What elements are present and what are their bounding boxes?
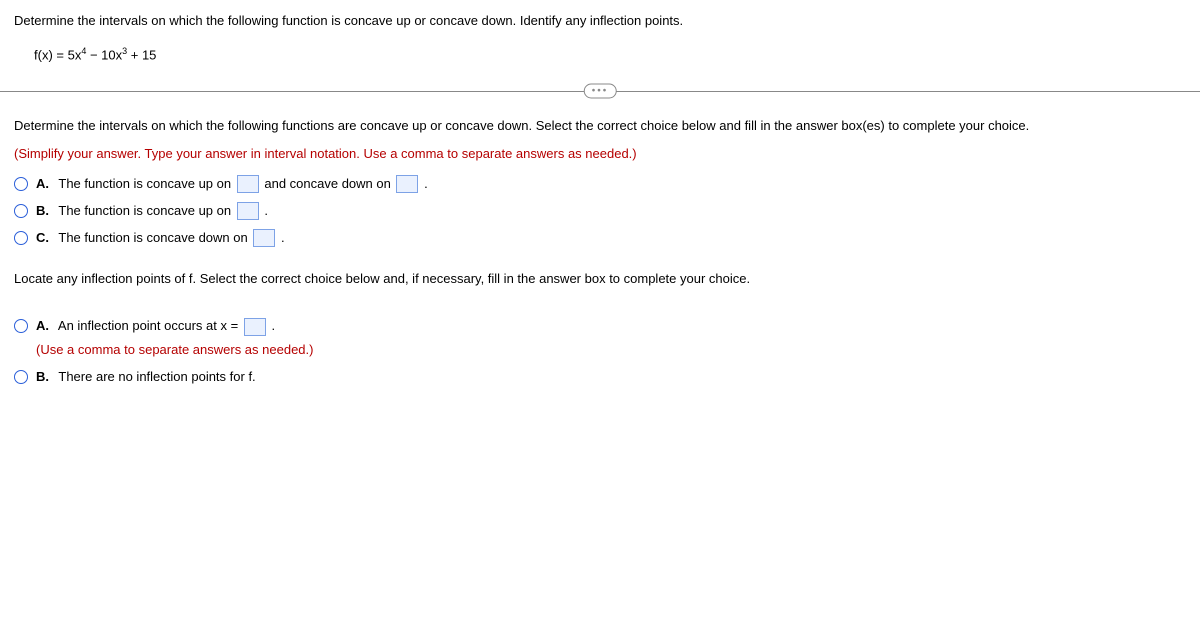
ellipsis-toggle[interactable]: ••• bbox=[584, 83, 617, 98]
part1-a-box2[interactable] bbox=[396, 175, 418, 193]
part1-b-text2: . bbox=[264, 203, 268, 218]
part1-c-text2: . bbox=[281, 230, 285, 245]
part2-a-text2: . bbox=[271, 318, 275, 333]
part2-label-b: B. bbox=[36, 369, 49, 384]
part1-choice-c: C. The function is concave down on . bbox=[14, 227, 1186, 249]
part2-a-text1: An inflection point occurs at x = bbox=[58, 318, 242, 333]
problem-statement: Determine the intervals on which the fol… bbox=[14, 10, 1186, 32]
part2-radio-a[interactable] bbox=[14, 319, 28, 333]
part1-a-text2: and concave down on bbox=[264, 176, 394, 191]
part1-a-text1: The function is concave up on bbox=[58, 176, 234, 191]
part1-label-a: A. bbox=[36, 176, 49, 191]
part1-label-b: B. bbox=[36, 203, 49, 218]
part1-hint: (Simplify your answer. Type your answer … bbox=[14, 143, 1186, 165]
part1-b-box1[interactable] bbox=[237, 202, 259, 220]
part1-radio-c[interactable] bbox=[14, 231, 28, 245]
part1-instructions: Determine the intervals on which the fol… bbox=[14, 115, 1186, 137]
part2-choice-a: A. An inflection point occurs at x = . (… bbox=[14, 315, 1186, 361]
part1-c-box1[interactable] bbox=[253, 229, 275, 247]
part1-radio-b[interactable] bbox=[14, 204, 28, 218]
section-divider: ••• bbox=[0, 81, 1200, 101]
part2-label-a: A. bbox=[36, 318, 49, 333]
part1-b-text1: The function is concave up on bbox=[58, 203, 234, 218]
part1-radio-a[interactable] bbox=[14, 177, 28, 191]
part1-choice-a: A. The function is concave up on and con… bbox=[14, 173, 1186, 195]
part2-a-box1[interactable] bbox=[244, 318, 266, 336]
eq-prefix: f(x) = 5x bbox=[34, 47, 81, 62]
part1-a-box1[interactable] bbox=[237, 175, 259, 193]
eq-suffix: + 15 bbox=[127, 47, 156, 62]
eq-mid: − 10x bbox=[86, 47, 122, 62]
part2-radio-b[interactable] bbox=[14, 370, 28, 384]
function-equation: f(x) = 5x4 − 10x3 + 15 bbox=[34, 44, 1186, 66]
part1-c-text1: The function is concave down on bbox=[58, 230, 251, 245]
part2-choice-b: B. There are no inflection points for f. bbox=[14, 366, 1186, 388]
part2-instructions: Locate any inflection points of f. Selec… bbox=[14, 268, 1186, 290]
part2-a-sub: (Use a comma to separate answers as need… bbox=[36, 339, 1186, 361]
part1-label-c: C. bbox=[36, 230, 49, 245]
part2-b-text1: There are no inflection points for f. bbox=[58, 369, 255, 384]
part1-a-text3: . bbox=[424, 176, 428, 191]
part1-choice-b: B. The function is concave up on . bbox=[14, 200, 1186, 222]
